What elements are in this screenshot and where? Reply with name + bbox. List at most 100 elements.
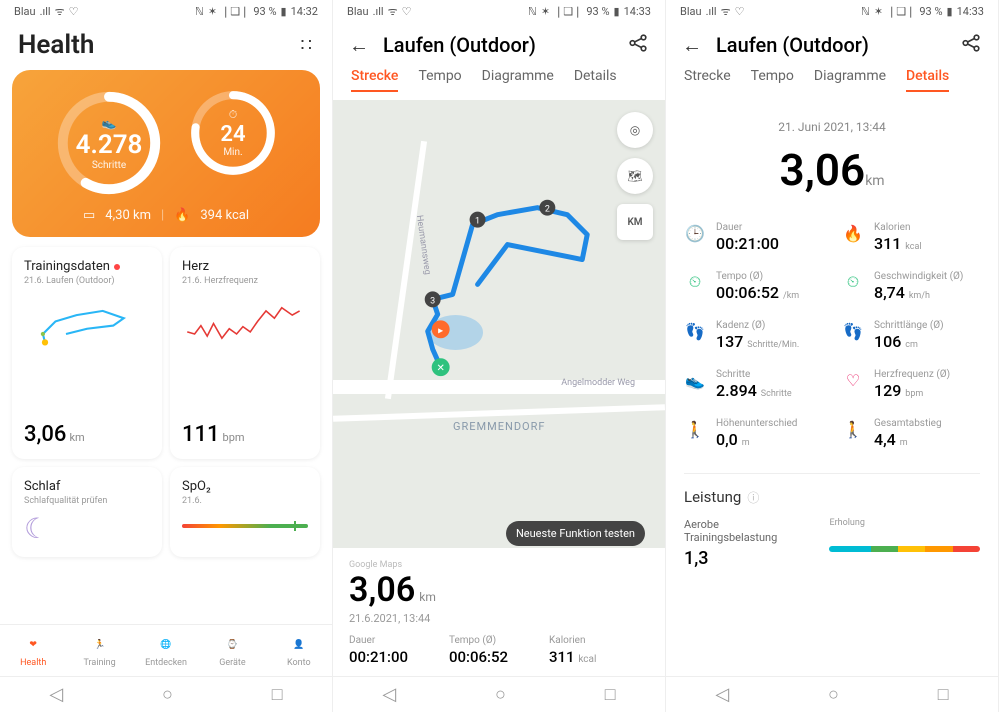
shoe-icon: 👟 [102, 116, 117, 130]
tab-details[interactable]: Details [906, 68, 949, 92]
clock-icon: 🕒 [684, 222, 706, 244]
tab-label: Konto [287, 658, 311, 668]
home-icon[interactable]: ○ [828, 684, 839, 705]
route-map[interactable]: 1 2 3 ▸ ✕ Heumannsweg Angelmodder Weg GR… [333, 100, 665, 676]
battery-icon: ▮ [614, 5, 620, 18]
detail-label: Herzfrequenz (Ø) [874, 369, 950, 380]
perf-bar [829, 546, 980, 552]
status-bar: Blau .ıll ᯤ ♡ ℕ ✶ ❘❑❘ 93 % ▮ 14:32 [0, 0, 332, 22]
tab-strecke[interactable]: Strecke [684, 68, 731, 92]
distance-value: 3,06 [779, 144, 865, 196]
tab-strecke[interactable]: Strecke [351, 68, 398, 92]
detail-item: 👣 Kadenz (Ø) 137 Schritte/Min. [684, 320, 822, 351]
detail-item: 👟 Schritte 2.894 Schritte [684, 369, 822, 400]
back-button[interactable]: ← [682, 33, 702, 58]
detail-item: 🚶 Höhenunterschied 0,0 m [684, 418, 822, 449]
home-icon[interactable]: ○ [162, 684, 173, 705]
card-spo2[interactable]: SpO₂ 21.6. [170, 467, 320, 557]
tab-details[interactable]: Details [574, 68, 617, 92]
heart-icon: ♡ [842, 369, 864, 391]
tab-label: Geräte [219, 658, 245, 668]
heart-icon: ♡ [69, 5, 79, 18]
status-bar: Blau.ıllᯤ♡ ℕ✶❘❑❘93 %▮14:33 [333, 0, 665, 22]
card-sleep[interactable]: Schlaf Schlafqualität prüfen ☾ [12, 467, 162, 557]
detail-value: 137 Schritte/Min. [716, 332, 799, 351]
recent-icon[interactable]: □ [605, 684, 616, 705]
home-icon[interactable]: ○ [495, 684, 506, 705]
km-toggle[interactable]: KM [617, 204, 653, 240]
perf-bar-label: Erholung [829, 518, 980, 528]
signal-icon: .ıll [373, 5, 384, 18]
tab-tempo[interactable]: Tempo [751, 68, 794, 92]
back-icon[interactable]: ◁ [382, 684, 396, 705]
activity-hero[interactable]: 👟 4.278 Schritte ⏱ 24 Min. ▭ 4,30 km | 🔥… [12, 70, 320, 237]
status-bar: Blau.ıllᯤ♡ ℕ✶❘❑❘93 %▮14:33 [666, 0, 998, 22]
system-nav-bar: ◁ ○ □ [0, 676, 332, 712]
tab-tempo[interactable]: Tempo [418, 68, 461, 92]
battery-label: 93 % [586, 5, 609, 18]
clock-label: 14:33 [624, 5, 651, 18]
steps-value: 4.278 [76, 130, 143, 160]
town-label: GREMMENDORF [453, 420, 545, 433]
svg-text:✕: ✕ [436, 363, 444, 374]
card-title-text: Herz [182, 259, 308, 274]
menu-icon[interactable]: ∷ [301, 35, 314, 56]
card-sub: Schlafqualität prüfen [24, 496, 150, 506]
vibrate-icon: ❘❑❘ [221, 5, 249, 18]
svg-text:2: 2 [545, 205, 550, 215]
detail-value: 2.894 Schritte [716, 381, 792, 400]
bt-icon: ✶ [208, 5, 217, 18]
tab-health[interactable]: ❤Health [0, 625, 66, 676]
back-button[interactable]: ← [349, 33, 369, 58]
card-sub: 21.6. Herzfrequenz [182, 276, 308, 286]
steps-icon: 👣 [842, 320, 864, 342]
carrier-label: Blau [347, 5, 369, 18]
flame-icon: 🔥 [174, 208, 190, 223]
detail-label: Höhenunterschied [716, 418, 797, 429]
steps-ring: 👟 4.278 Schritte [54, 88, 164, 198]
recent-icon[interactable]: □ [938, 684, 949, 705]
distance-value: 3,06 [349, 570, 415, 610]
detail-value: 311 kcal [874, 234, 922, 253]
perf-value: 1,3 [684, 548, 809, 569]
wifi-icon: ᯤ [721, 4, 731, 19]
card-title-text: Schlaf [24, 479, 150, 494]
tab-diagramme[interactable]: Diagramme [482, 68, 554, 92]
stat-dauer: Dauer00:21:00 [349, 635, 449, 666]
stat-kcal: Kalorien311 kcal [549, 635, 649, 666]
card-training[interactable]: Trainingsdaten 21.6. Laufen (Outdoor) 3,… [12, 247, 162, 459]
tab-devices[interactable]: ⌚Geräte [199, 625, 265, 676]
feature-tooltip: Neueste Funktion testen [506, 521, 645, 546]
detail-item: 🕒 Dauer 00:21:00 [684, 222, 822, 253]
card-heart[interactable]: Herz 21.6. Herzfrequenz 111bpm [170, 247, 320, 459]
down-icon: 🚶 [842, 418, 864, 440]
back-icon[interactable]: ◁ [715, 684, 729, 705]
locate-button[interactable]: ◎ [617, 112, 653, 148]
tab-discover[interactable]: 🌐Entdecken [133, 625, 199, 676]
tab-account[interactable]: 👤Konto [266, 625, 332, 676]
performance-section: Leistungⓘ Aerobe Trainingsbelastung 1,3 … [684, 473, 980, 569]
hero-distance: 4,30 km [105, 208, 151, 223]
card-sub: 21.6. [182, 496, 308, 506]
back-icon[interactable]: ◁ [49, 684, 63, 705]
share-icon[interactable] [960, 32, 982, 58]
tab-training[interactable]: 🏃Training [66, 625, 132, 676]
minutes-ring: ⏱ 24 Min. [188, 88, 278, 178]
heart-sparkline [182, 292, 308, 416]
nfc-icon: ℕ [195, 5, 204, 18]
recent-icon[interactable]: □ [272, 684, 283, 705]
detail-item: ⏲ Geschwindigkeit (Ø) 8,74 km/h [842, 271, 980, 302]
layers-button[interactable]: 🗺 [617, 158, 653, 194]
signal-icon: .ıll [706, 5, 717, 18]
info-icon[interactable]: ⓘ [747, 489, 759, 506]
battery-icon: ▮ [281, 5, 287, 18]
detail-label: Tempo (Ø) [716, 271, 799, 282]
globe-icon: 🌐 [155, 634, 177, 656]
tab-diagramme[interactable]: Diagramme [814, 68, 886, 92]
detail-item: ♡ Herzfrequenz (Ø) 129 bpm [842, 369, 980, 400]
speed-icon: ⏲ [684, 271, 706, 293]
page-title: Laufen (Outdoor) [716, 33, 946, 57]
distance-unit: km [419, 590, 436, 604]
battery-label: 93 % [253, 5, 276, 18]
share-icon[interactable] [627, 32, 649, 58]
